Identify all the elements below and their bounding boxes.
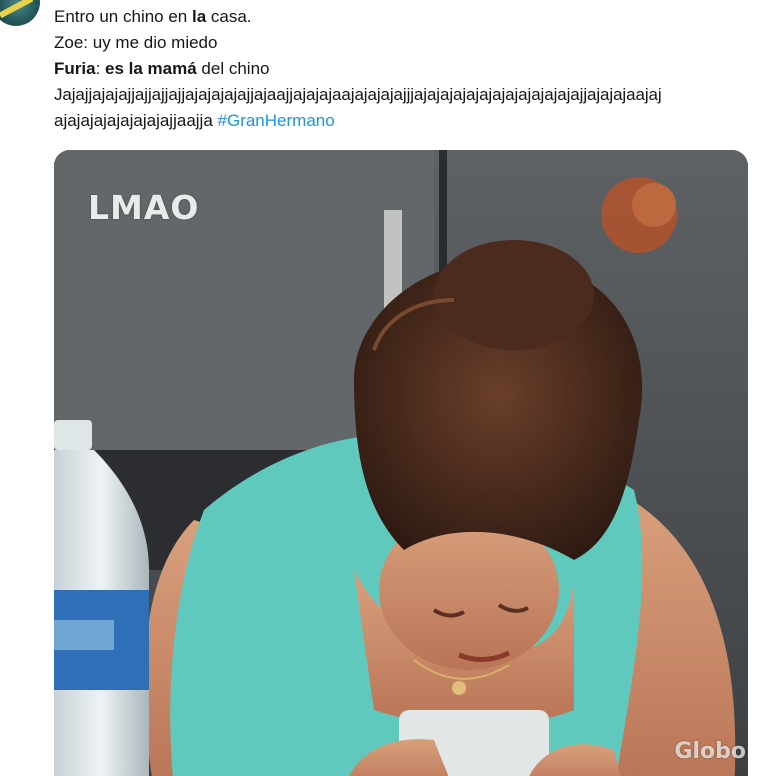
tweet-line-5: ajajajajajajajajajjaajja #GranHermano xyxy=(54,108,759,134)
globo-watermark: Globo xyxy=(674,739,746,764)
line1-bold: la xyxy=(191,7,207,26)
bottle-cap xyxy=(54,420,92,450)
line3-speaker: Furia xyxy=(54,59,96,78)
line3-colon: : xyxy=(95,59,106,78)
line1-suffix: casa. xyxy=(206,7,252,26)
tweet-line-3: Furia: es la mamá del chino xyxy=(54,56,759,82)
line5-text: ajajajajajajajajajjaajja xyxy=(54,111,218,130)
gif-frame-illustration xyxy=(54,150,748,776)
bottle-label-detail xyxy=(54,620,114,650)
hair-bun xyxy=(434,240,594,350)
tweet-line-4: Jajajjajajajjajjajjajjajajajajajjajaajja… xyxy=(54,85,662,104)
tweet: Entro un chino en la casa. Zoe: uy me di… xyxy=(0,0,767,776)
line1-prefix: Entro un chino en xyxy=(54,7,192,26)
avatar[interactable] xyxy=(0,0,40,26)
tweet-line-1: Entro un chino en la casa. xyxy=(54,4,759,30)
line3-suffix: del chino xyxy=(196,59,270,78)
avatar-graphic xyxy=(0,0,34,19)
line3-bold: es la mamá xyxy=(105,59,197,78)
necklace-pendant xyxy=(452,681,466,695)
tweet-line-2: Zoe: uy me dio miedo xyxy=(54,33,218,52)
tweet-media-gif[interactable]: LMAO Globo xyxy=(54,150,748,776)
tweet-text: Entro un chino en la casa. Zoe: uy me di… xyxy=(54,4,759,134)
lmao-overlay-text: LMAO xyxy=(88,188,200,227)
orange-splash xyxy=(601,177,677,253)
hashtag-link[interactable]: #GranHermano xyxy=(218,111,335,130)
